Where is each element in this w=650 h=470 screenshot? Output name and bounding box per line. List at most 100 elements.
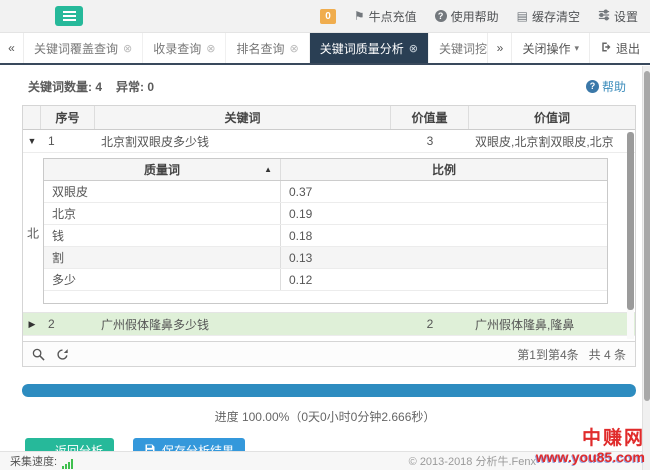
expand-column-header xyxy=(23,106,41,129)
subgrid-header-label: 质量词 xyxy=(144,161,180,178)
subgrid-gutter-text: 北 xyxy=(27,224,39,241)
tab-close-icon[interactable]: ⊗ xyxy=(409,42,418,55)
abnormal-count: 异常: 0 xyxy=(116,78,154,95)
tab-keyword-coverage-query[interactable]: 关键词覆盖查询 ⊗ xyxy=(24,33,143,63)
tab-close-icon[interactable]: ⊗ xyxy=(289,42,298,55)
cell-keyword: 北京割双眼皮多少钱 xyxy=(95,133,391,150)
progress-bar xyxy=(22,384,636,397)
tab-close-icon[interactable]: ⊗ xyxy=(206,42,215,55)
cell-quality-word: 多少 xyxy=(44,269,281,290)
tab-close-icon[interactable]: ⊗ xyxy=(123,42,132,55)
help-icon: ? xyxy=(586,80,599,93)
watermark-url: www.you85.com xyxy=(536,450,645,464)
subgrid-row[interactable]: 双眼皮 0.37 xyxy=(44,181,607,203)
watermark-logo: 中赚网 xyxy=(536,429,645,448)
topbar-item-label: 使用帮助 xyxy=(451,8,499,25)
cell-no: 2 xyxy=(41,317,95,331)
summary-bar: 关键词数量: 4 异常: 0 ? 帮助 xyxy=(0,65,650,105)
tab-ranking-query[interactable]: 排名查询 ⊗ xyxy=(226,33,309,63)
grid-vertical-scrollbar[interactable] xyxy=(627,132,634,339)
search-icon[interactable] xyxy=(32,348,45,361)
tab-list: 关键词覆盖查询 ⊗ 收录查询 ⊗ 排名查询 ⊗ 关键词质量分析 ⊗ 关键词挖掘 … xyxy=(24,33,487,63)
topbar-item-label: 牛点充值 xyxy=(369,8,417,25)
pager-range: 第1到第4条 xyxy=(517,346,578,363)
tab-keyword-quality-analysis[interactable]: 关键词质量分析 ⊗ xyxy=(310,33,429,63)
flag-icon: ⚑ xyxy=(354,9,365,23)
topbar-item-settings[interactable]: 设置 xyxy=(598,8,638,25)
exit-button[interactable]: 退出 xyxy=(589,33,650,63)
subgrid-row[interactable]: 多少 0.12 xyxy=(44,269,607,291)
cell-no: 1 xyxy=(41,134,95,148)
exit-icon xyxy=(600,41,612,56)
hamburger-icon xyxy=(63,11,76,13)
subgrid-empty-row xyxy=(44,291,607,303)
expand-row-icon[interactable]: ▶ xyxy=(23,319,41,330)
collapse-row-icon[interactable]: ▼ xyxy=(23,136,41,146)
settings-sliders-icon xyxy=(598,9,610,24)
column-header-keyword[interactable]: 关键词 xyxy=(95,106,391,129)
table-row-selected[interactable]: ▶ 2 广州假体隆鼻多少钱 2 广州假体隆鼻,隆鼻 xyxy=(23,313,635,336)
grid-header-row: 序号 关键词 价值量 价值词 xyxy=(23,106,635,130)
page-vertical-scrollbar[interactable] xyxy=(642,66,650,470)
topbar-item-recharge[interactable]: ⚑ 牛点充值 xyxy=(354,8,417,25)
pager-info: 第1到第4条 共 4 条 xyxy=(517,346,626,363)
pager-tools xyxy=(32,348,69,361)
help-link[interactable]: ? 帮助 xyxy=(586,78,626,95)
summary-stats: 关键词数量: 4 异常: 0 xyxy=(28,78,154,95)
site-watermark: 中赚网 www.you85.com xyxy=(536,429,645,464)
cell-ratio: 0.13 xyxy=(281,247,607,268)
cell-quality-word: 北京 xyxy=(44,203,281,224)
tab-label: 排名查询 xyxy=(236,40,284,57)
topbar: 0 ⚑ 牛点充值 ? 使用帮助 ▤ 缓存清空 xyxy=(0,0,650,33)
app-window: 0 ⚑ 牛点充值 ? 使用帮助 ▤ 缓存清空 xyxy=(0,0,650,470)
tabs-scroll-left-icon[interactable]: « xyxy=(0,33,24,63)
column-header-no[interactable]: 序号 xyxy=(41,106,95,129)
partial-row xyxy=(23,336,635,341)
cell-ratio: 0.37 xyxy=(281,181,607,202)
subgrid-column-header-ratio[interactable]: 比例 xyxy=(281,159,607,180)
tab-label: 关键词覆盖查询 xyxy=(34,40,118,57)
column-header-value-words[interactable]: 价值词 xyxy=(469,106,635,129)
collect-speed: 采集速度: xyxy=(10,453,73,469)
cell-quality-word: 双眼皮 xyxy=(44,181,281,202)
cell-ratio: 0.18 xyxy=(281,225,607,246)
exit-label: 退出 xyxy=(616,40,640,57)
chevron-down-icon: ▾ xyxy=(574,43,579,54)
close-operations-dropdown[interactable]: 关闭操作 ▾ xyxy=(511,33,589,63)
grid-body: ▼ 1 北京割双眼皮多少钱 3 双眼皮,北京割双眼皮,北京 北 质量词 ▲ 比例 xyxy=(23,130,635,341)
column-header-value-count[interactable]: 价值量 xyxy=(391,106,469,129)
subgrid-row[interactable]: 北京 0.19 xyxy=(44,203,607,225)
table-row[interactable]: ▼ 1 北京割双眼皮多少钱 3 双眼皮,北京割双眼皮,北京 xyxy=(23,130,635,153)
subgrid-header-row: 质量词 ▲ 比例 xyxy=(44,159,607,181)
tabbar: « 关键词覆盖查询 ⊗ 收录查询 ⊗ 排名查询 ⊗ 关键词质量分析 ⊗ 关键词挖… xyxy=(0,33,650,65)
close-operations-label: 关闭操作 xyxy=(522,40,570,57)
grid-scrollbar-thumb[interactable] xyxy=(627,132,634,310)
tab-keyword-mining[interactable]: 关键词挖掘 ⊗ xyxy=(429,33,488,63)
keyword-count: 关键词数量: 4 xyxy=(28,78,102,95)
subgrid-column-header-quality-word[interactable]: 质量词 ▲ xyxy=(44,159,281,180)
help-label: 帮助 xyxy=(602,78,626,95)
topbar-item-help[interactable]: ? 使用帮助 xyxy=(435,8,499,25)
cell-value-words: 广州假体隆鼻,隆鼻 xyxy=(469,316,635,333)
cell-ratio: 0.19 xyxy=(281,203,607,224)
cell-value-words: 双眼皮,北京割双眼皮,北京 xyxy=(469,133,635,150)
cell-value-count: 2 xyxy=(391,317,469,331)
tab-index-query[interactable]: 收录查询 ⊗ xyxy=(143,33,226,63)
keyword-grid: 序号 关键词 价值量 价值词 ▼ 1 北京割双眼皮多少钱 3 双眼皮,北京割双眼… xyxy=(22,105,636,367)
sort-asc-icon[interactable]: ▲ xyxy=(264,165,272,174)
signal-bars-icon xyxy=(62,459,73,469)
subgrid-row[interactable]: 割 0.13 xyxy=(44,247,607,269)
cache-layers-icon: ▤ xyxy=(517,9,528,23)
tabs-scroll-right-icon[interactable]: » xyxy=(487,33,511,63)
cell-quality-word: 钱 xyxy=(44,225,281,246)
page-scrollbar-thumb[interactable] xyxy=(644,71,650,401)
progress-fill xyxy=(22,384,636,397)
progress-label: 进度 100.00%（0天0小时0分钟2.666秒） xyxy=(0,408,650,425)
topbar-item-clear-cache[interactable]: ▤ 缓存清空 xyxy=(517,8,580,25)
refresh-icon[interactable] xyxy=(56,348,69,361)
cell-value-count: 3 xyxy=(391,134,469,148)
subgrid-row[interactable]: 钱 0.18 xyxy=(44,225,607,247)
notification-badge[interactable]: 0 xyxy=(320,9,336,24)
cell-keyword: 广州假体隆鼻多少钱 xyxy=(95,316,391,333)
menu-toggle-button[interactable] xyxy=(55,6,83,26)
